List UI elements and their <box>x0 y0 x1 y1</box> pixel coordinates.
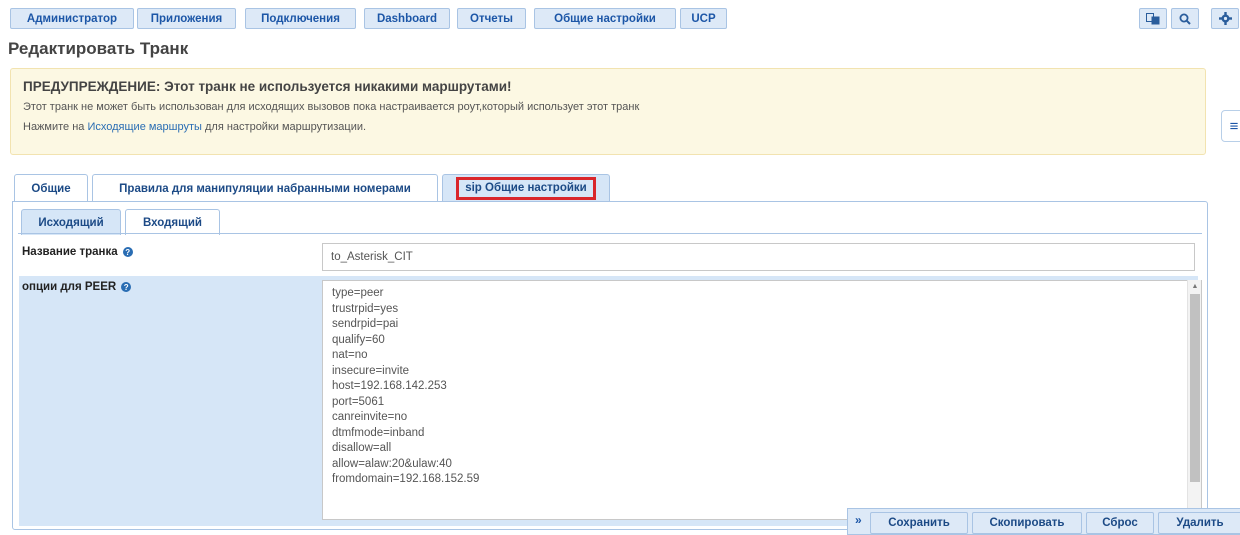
peer-option-line: canreinvite=no <box>332 411 408 423</box>
nav-applications[interactable]: Приложения <box>137 8 236 29</box>
peer-option-line: trustrpid=yes <box>332 302 399 315</box>
delete-button[interactable]: Удалить <box>1158 512 1240 534</box>
nav-connectivity[interactable]: Подключения <box>245 8 356 29</box>
nav-ucp[interactable]: UCP <box>680 8 727 29</box>
save-button[interactable]: Сохранить <box>870 512 968 534</box>
peer-options-textarea[interactable]: type=peer trustrpid=yes sendrpid=pai qua… <box>322 280 1202 520</box>
nav-reports[interactable]: Отчеты <box>457 8 526 29</box>
peer-option-line: host=192.168.142.253 <box>332 380 447 392</box>
peer-option-line: qualify=60 <box>332 333 385 346</box>
gear-icon-glyph <box>1218 12 1232 25</box>
tab-sip-settings-label: sip Общие настройки <box>456 177 596 200</box>
help-icon[interactable]: ? <box>122 247 133 257</box>
action-bar: » Сохранить Скопировать Сброс Удалить <box>847 508 1240 535</box>
sidebar-toggle-button[interactable]: ≡ <box>1221 110 1240 142</box>
subtab-incoming[interactable]: Входящий <box>125 209 220 235</box>
trunk-name-label: Название транка ? <box>22 241 133 263</box>
scroll-up-arrow-icon[interactable]: ▲ <box>1188 280 1202 292</box>
peer-option-line: type=peer <box>332 287 384 299</box>
peer-option-line: fromdomain=192.168.152.59 <box>332 473 480 485</box>
help-icon[interactable]: ? <box>121 282 132 292</box>
translate-icon-glyph <box>1146 12 1160 24</box>
tab-general[interactable]: Общие <box>14 174 88 202</box>
tab-dial-rules[interactable]: Правила для манипуляции набранными номер… <box>92 174 438 202</box>
peer-options-label-text: опции для PEER <box>22 281 117 293</box>
search-icon-glyph <box>1179 13 1191 25</box>
trunk-name-label-text: Название транка <box>22 246 118 258</box>
warning-line-2-prefix: Нажмите на <box>23 121 88 133</box>
gear-icon[interactable] <box>1211 8 1239 29</box>
peer-option-line: sendrpid=pai <box>332 318 399 330</box>
tab-sip-settings[interactable]: sip Общие настройки <box>442 174 610 202</box>
copy-button[interactable]: Скопировать <box>972 512 1082 534</box>
nav-settings[interactable]: Общие настройки <box>534 8 676 29</box>
warning-line-2-suffix: для настройки маршрутизации. <box>201 121 367 133</box>
warning-alert: ПРЕДУПРЕЖДЕНИЕ: Этот транк не использует… <box>10 68 1206 155</box>
warning-title: ПРЕДУПРЕЖДЕНИЕ: Этот транк не использует… <box>23 79 512 94</box>
trunk-name-input[interactable]: to_Asterisk_CIT <box>322 243 1195 271</box>
peer-option-line: nat=no <box>332 349 368 361</box>
warning-line-1: Этот транк не может быть использован для… <box>23 101 640 113</box>
peer-option-line: disallow=all <box>332 442 392 454</box>
nav-admin[interactable]: Администратор <box>10 8 134 29</box>
peer-options-label: опции для PEER ? <box>22 278 132 296</box>
peer-option-line: dtmfmode=inband <box>332 426 425 439</box>
outbound-routes-link[interactable]: Исходящие маршруты <box>87 121 201 133</box>
peer-option-line: allow=alaw:20&ulaw:40 <box>332 457 452 470</box>
collapse-action-bar-icon[interactable]: » <box>855 513 862 527</box>
warning-line-2: Нажмите на Исходящие маршруты для настро… <box>23 119 1193 135</box>
top-nav: Администратор Приложения Подключения Das… <box>0 0 1240 36</box>
scrollbar-thumb[interactable] <box>1190 294 1200 482</box>
list-icon: ≡ <box>1229 117 1239 135</box>
textarea-scrollbar[interactable]: ▲ ▼ <box>1187 280 1201 518</box>
nav-dashboard[interactable]: Dashboard <box>364 8 450 29</box>
page-title: Редактировать Транк <box>8 39 189 58</box>
search-icon[interactable] <box>1171 8 1199 29</box>
subtab-outgoing[interactable]: Исходящий <box>21 209 121 235</box>
reset-button[interactable]: Сброс <box>1086 512 1154 534</box>
peer-option-line: insecure=invite <box>332 364 410 377</box>
translate-icon[interactable] <box>1139 8 1167 29</box>
peer-option-line: port=5061 <box>332 395 385 408</box>
